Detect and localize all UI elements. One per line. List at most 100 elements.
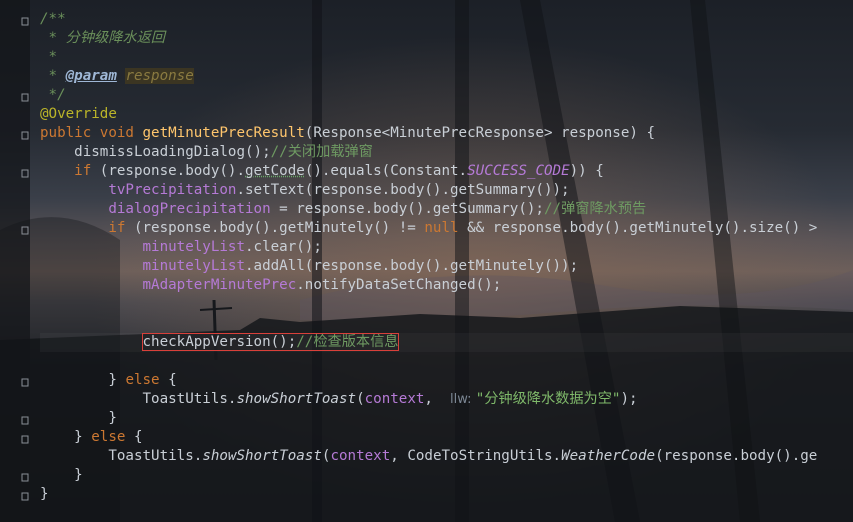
code-token: { xyxy=(168,372,177,388)
parameter-hint: llw: xyxy=(450,392,476,407)
code-token: /** xyxy=(40,11,66,27)
code-token: tvPrecipitation xyxy=(108,182,237,198)
code-line[interactable] xyxy=(40,352,853,371)
code-token: dismissLoadingDialog(); xyxy=(74,144,271,160)
code-token: ToastUtils. xyxy=(108,448,203,464)
code-line[interactable]: } xyxy=(40,466,853,485)
code-line[interactable]: public void getMinutePrecResult(Response… xyxy=(40,124,853,143)
code-line[interactable]: /** xyxy=(40,10,853,29)
code-line[interactable] xyxy=(40,295,853,314)
code-line[interactable]: */ xyxy=(40,86,853,105)
fold-icon xyxy=(21,416,29,425)
code-token: } xyxy=(108,410,117,426)
code-token: if xyxy=(108,220,134,236)
code-token: SUCCESS_CODE xyxy=(467,163,570,179)
code-token: checkAppVersion(); xyxy=(142,334,297,350)
code-token: )) { xyxy=(569,163,604,179)
code-token: ); xyxy=(620,391,638,407)
code-token: = response.body().getSummary(); xyxy=(270,201,544,217)
fold-icon xyxy=(21,93,29,102)
code-token: (response.body(). xyxy=(99,163,246,179)
fold-icon xyxy=(21,473,29,482)
fold-icon xyxy=(21,131,29,140)
code-token: .setText(response.body().getSummary()); xyxy=(236,182,570,198)
code-line[interactable]: * @param response xyxy=(40,67,853,86)
code-token: getMinutePrecResult xyxy=(142,125,305,141)
code-line[interactable]: } else { xyxy=(40,371,853,390)
code-token: { xyxy=(133,429,143,445)
code-token: ToastUtils. xyxy=(142,391,237,407)
code-token: //检查版本信息 xyxy=(296,334,399,350)
code-token: getCode xyxy=(245,163,305,179)
code-token: * xyxy=(48,68,66,84)
code-token: WeatherCode xyxy=(561,448,656,464)
code-token: ().equals(Constant. xyxy=(304,163,468,179)
code-token: response xyxy=(125,68,194,84)
code-token: //弹窗降水预告 xyxy=(543,201,647,217)
code-token: } xyxy=(108,372,126,388)
code-token: ( xyxy=(356,391,365,407)
code-token: && response.body().getMinutely().size() … xyxy=(467,220,826,236)
code-token: public void xyxy=(40,125,143,141)
fold-icon xyxy=(21,17,29,26)
code-line[interactable]: @Override xyxy=(40,105,853,124)
code-token: minutelyList xyxy=(142,239,246,255)
code-token: */ xyxy=(48,87,66,103)
code-token: "分钟级降水数据为空" xyxy=(475,391,621,407)
code-token: @param xyxy=(65,68,117,84)
code-token: else xyxy=(91,429,134,445)
code-line[interactable] xyxy=(40,314,853,333)
code-token: .notifyDataSetChanged(); xyxy=(296,277,502,293)
code-token: } xyxy=(74,467,83,483)
code-line[interactable]: if (response.body().getMinutely() != nul… xyxy=(40,219,853,238)
code-token: (Response<MinutePrecResponse> response) … xyxy=(304,125,656,141)
code-line[interactable]: mAdapterMinutePrec.notifyDataSetChanged(… xyxy=(40,276,853,295)
code-token: .clear(); xyxy=(245,239,322,255)
code-line[interactable]: minutelyList.clear(); xyxy=(40,238,853,257)
code-token: @Override xyxy=(40,106,117,122)
code-line[interactable]: minutelyList.addAll(response.body().getM… xyxy=(40,257,853,276)
code-token: , xyxy=(424,391,451,407)
code-line[interactable]: dismissLoadingDialog();//关闭加载弹窗 xyxy=(40,143,853,162)
code-line[interactable]: } else { xyxy=(40,428,853,447)
code-line[interactable]: ToastUtils.showShortToast(context, llw: … xyxy=(40,390,853,409)
code-token: null xyxy=(424,220,468,236)
fold-icon xyxy=(21,226,29,235)
highlighted-statement: checkAppVersion();//检查版本信息 xyxy=(141,333,400,351)
code-token: (response.body().ge xyxy=(655,448,818,464)
code-line[interactable]: } xyxy=(40,409,853,428)
code-token: else xyxy=(125,372,169,388)
code-token: mAdapterMinutePrec xyxy=(142,277,297,293)
code-token: dialogPrecipitation xyxy=(108,201,271,217)
code-line[interactable]: tvPrecipitation.setText(response.body().… xyxy=(40,181,853,200)
code-token: context xyxy=(330,448,391,464)
code-token: showShortToast xyxy=(236,391,357,407)
code-token: (response.body().getMinutely() != xyxy=(133,220,425,236)
code-line[interactable]: if (response.body().getCode().equals(Con… xyxy=(40,162,853,181)
fold-icon xyxy=(21,435,29,444)
code-line[interactable]: checkAppVersion();//检查版本信息 xyxy=(40,333,853,352)
code-line[interactable]: } xyxy=(40,485,853,504)
code-line[interactable]: * xyxy=(40,48,853,67)
code-editor[interactable]: /** * 分钟级降水返回 * * @param response */ @Ove… xyxy=(40,10,853,504)
code-line[interactable]: dialogPrecipitation = response.body().ge… xyxy=(40,200,853,219)
code-line[interactable]: ToastUtils.showShortToast(context, CodeT… xyxy=(40,447,853,466)
code-line[interactable]: * 分钟级降水返回 xyxy=(40,29,853,48)
